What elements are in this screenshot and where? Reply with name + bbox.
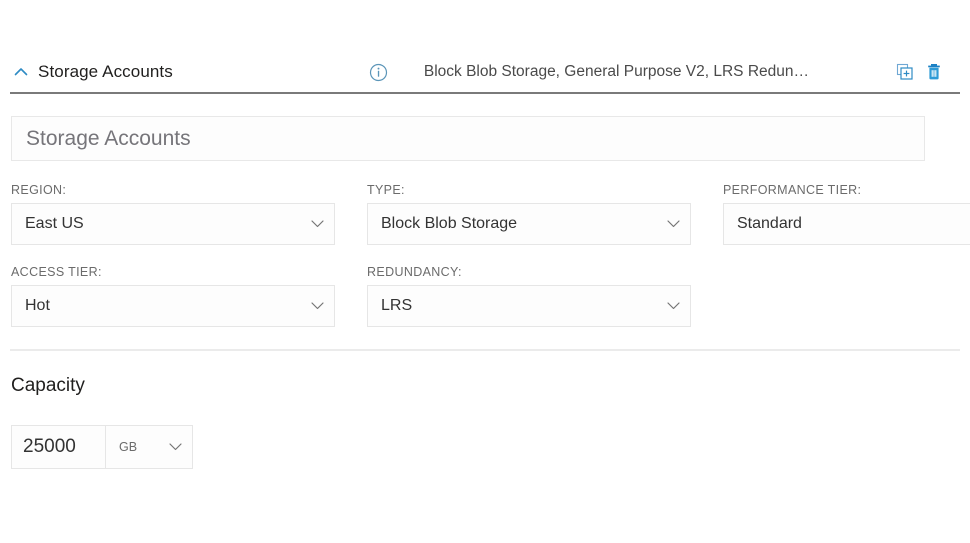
redundancy-select[interactable]: LRS (367, 285, 691, 327)
type-select[interactable]: Block Blob Storage (367, 203, 691, 245)
performance-tier-select[interactable]: Standard (723, 203, 970, 245)
section-title: Storage Accounts (38, 62, 173, 81)
name-field-row (0, 94, 970, 161)
account-name-input[interactable] (11, 116, 925, 161)
region-select[interactable]: East US (11, 203, 335, 245)
section-summary: Block Blob Storage, General Purpose V2, … (423, 63, 809, 80)
section-header: Storage Accounts Block Blob Storage, Gen… (0, 52, 970, 92)
info-circle-icon[interactable] (368, 61, 390, 83)
performance-tier-label: PERFORMANCE TIER: (723, 183, 862, 197)
region-label: REGION: (11, 183, 67, 197)
configuration-form: REGION: East US TYPE: Block Blob Storage (0, 161, 970, 327)
redundancy-select-wrap: LRS (367, 285, 691, 327)
capacity-row: GB (0, 397, 970, 469)
capacity-heading: Capacity (11, 375, 85, 396)
field-redundancy: REDUNDANCY: LRS (367, 265, 691, 327)
top-spacer (0, 0, 970, 52)
form-row-2: ACCESS TIER: Hot REDUNDANCY: LRS (0, 265, 970, 327)
trash-icon[interactable] (924, 62, 944, 82)
field-type: TYPE: Block Blob Storage (367, 183, 691, 245)
field-access-tier: ACCESS TIER: Hot (11, 265, 335, 327)
region-select-wrap: East US (11, 203, 335, 245)
type-label: TYPE: (367, 183, 405, 197)
capacity-unit-wrap: GB (105, 425, 193, 469)
access-tier-select-wrap: Hot (11, 285, 335, 327)
redundancy-label: REDUNDANCY: (367, 265, 462, 279)
field-performance-tier: PERFORMANCE TIER: Standard (723, 183, 970, 245)
storage-account-config-panel: Storage Accounts Block Blob Storage, Gen… (0, 0, 970, 543)
form-row-1: REGION: East US TYPE: Block Blob Storage (0, 183, 970, 245)
type-select-wrap: Block Blob Storage (367, 203, 691, 245)
copy-add-icon[interactable] (895, 62, 915, 82)
field-region: REGION: East US (11, 183, 335, 245)
access-tier-label: ACCESS TIER: (11, 265, 102, 279)
performance-tier-select-wrap: Standard (723, 203, 970, 245)
access-tier-select[interactable]: Hot (11, 285, 335, 327)
chevron-up-icon[interactable] (10, 61, 32, 83)
capacity-unit-select[interactable]: GB (105, 425, 193, 469)
header-actions (895, 62, 958, 82)
capacity-input[interactable] (11, 425, 106, 469)
